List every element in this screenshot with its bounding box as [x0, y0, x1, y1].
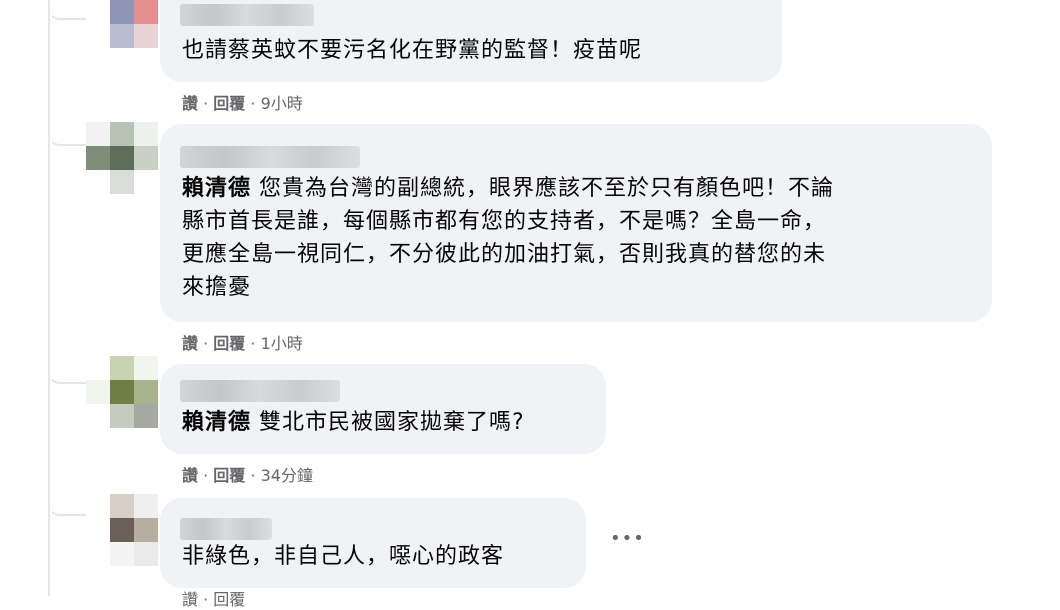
timestamp[interactable]: 9小時: [261, 94, 303, 113]
comment-bubble: 賴清德 您貴為台灣的副總統，眼界應該不至於只有顏色吧！不論 縣市首長是誰，每個縣…: [160, 124, 992, 322]
comment-text: 賴清德 雙北市民被國家拋棄了嗎?: [182, 410, 525, 435]
redacted-author-name[interactable]: [180, 4, 314, 26]
avatar[interactable]: [86, 356, 158, 428]
redacted-author-name[interactable]: [180, 518, 272, 540]
more-horizontal-icon: •••: [610, 528, 645, 549]
thread-connector: [48, 500, 88, 516]
comment-actions-cutoff: 讚 · 回覆: [182, 590, 246, 609]
like-link[interactable]: 讚: [182, 94, 198, 113]
mention-tag[interactable]: 賴清德: [182, 176, 251, 201]
mention-tag[interactable]: 賴清德: [182, 410, 251, 435]
more-options-button[interactable]: •••: [610, 528, 645, 549]
avatar[interactable]: [86, 494, 158, 566]
comment-actions: 讚 · 回覆 · 34分鐘: [182, 466, 313, 485]
thread-connector: [48, 368, 88, 384]
timestamp[interactable]: 34分鐘: [261, 466, 313, 485]
comment-bubble: 非綠色，非自己人，噁心的政客: [160, 498, 586, 588]
reply-link[interactable]: 回覆: [213, 334, 245, 353]
comment-bubble: 賴清德 雙北市民被國家拋棄了嗎?: [160, 364, 606, 454]
avatar[interactable]: [86, 122, 158, 194]
thread-connector: [48, 4, 88, 20]
redacted-author-name[interactable]: [180, 380, 340, 402]
reply-link[interactable]: 回覆: [213, 466, 245, 485]
reply-link[interactable]: 回覆: [213, 590, 245, 609]
timestamp[interactable]: 1小時: [261, 334, 303, 353]
comment-actions: 讚 · 回覆 · 9小時: [182, 94, 303, 113]
like-link[interactable]: 讚: [182, 334, 198, 353]
thread-connector: [48, 130, 88, 146]
redacted-author-name[interactable]: [180, 146, 360, 168]
comment-text: 非綠色，非自己人，噁心的政客: [182, 544, 505, 569]
reply-link[interactable]: 回覆: [213, 94, 245, 113]
like-link[interactable]: 讚: [182, 466, 198, 485]
comment-bubble: 也請蔡英蚊不要污名化在野黨的監督！疫苗呢: [160, 0, 782, 82]
like-link[interactable]: 讚: [182, 590, 198, 609]
comment-text: 也請蔡英蚊不要污名化在野黨的監督！疫苗呢: [182, 38, 643, 63]
comment-actions: 讚 · 回覆 · 1小時: [182, 334, 303, 353]
avatar[interactable]: [86, 0, 158, 72]
comment-text: 賴清德 您貴為台灣的副總統，眼界應該不至於只有顏色吧！不論 縣市首長是誰，每個縣…: [182, 176, 835, 300]
